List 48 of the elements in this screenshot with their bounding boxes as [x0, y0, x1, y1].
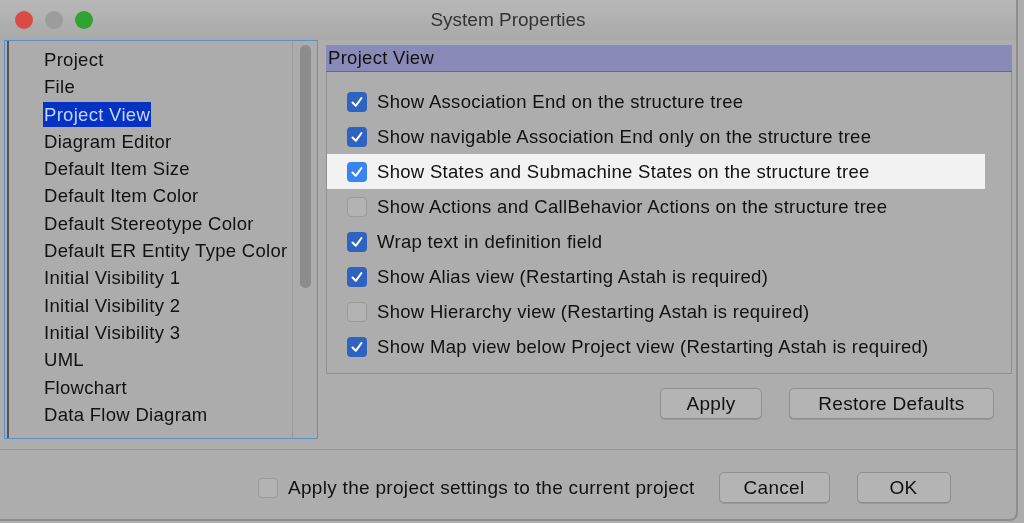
check-icon: [350, 234, 364, 249]
sidebar-item[interactable]: File: [43, 73, 76, 101]
option-label: Show Actions and CallBehavior Actions on the structure tree: [377, 195, 888, 218]
checkbox[interactable]: [347, 91, 367, 112]
checkbox-label: Apply the project settings to the current project: [288, 476, 695, 499]
option-label: Show navigable Association End only on the structure tree: [377, 125, 872, 148]
checkbox[interactable]: [347, 126, 367, 147]
option-label: Show Alias view (Restarting Astah is required): [377, 265, 769, 288]
apply-button[interactable]: Apply: [660, 388, 762, 419]
ok-button[interactable]: OK: [856, 472, 951, 503]
window-title: System Properties: [430, 9, 586, 30]
minimize-button[interactable]: [45, 11, 63, 29]
option-label: Show States and Submachine States on the structure tree: [377, 160, 870, 183]
checkbox[interactable]: [347, 196, 367, 217]
restore-defaults-button[interactable]: Restore Defaults: [789, 388, 994, 419]
sidebar-item[interactable]: UML: [43, 346, 85, 374]
option-label: Show Hierarchy view (Restarting Astah is required): [377, 300, 810, 323]
sidebar-item[interactable]: Initial Visibility 3: [43, 318, 182, 347]
cancel-button[interactable]: Cancel: [718, 472, 830, 503]
checkbox[interactable]: [347, 336, 367, 357]
sidebar-item[interactable]: Default Item Size: [43, 155, 191, 183]
close-button[interactable]: [15, 11, 33, 29]
sidebar-item[interactable]: Data Flow Diagram: [43, 400, 209, 429]
zoom-button[interactable]: [75, 11, 93, 29]
option-label: Show Association End on the structure tree: [377, 90, 744, 113]
sidebar-item[interactable]: Diagram Editor: [43, 127, 173, 156]
sidebar-item[interactable]: Flowchart: [43, 373, 128, 401]
check-icon: [350, 339, 364, 354]
checkbox[interactable]: [258, 477, 278, 498]
sidebar-item[interactable]: Default ER Entity Type Color: [43, 237, 289, 265]
sidebar-item[interactable]: Default Item Color: [43, 182, 200, 210]
checkbox[interactable]: [347, 301, 367, 322]
checkbox[interactable]: [347, 266, 367, 287]
sidebar-item[interactable]: Default Stereotype Color: [43, 209, 255, 238]
scrollbar-thumb[interactable]: [299, 45, 311, 288]
checkbox[interactable]: [347, 161, 367, 182]
option-label: Wrap text in definition field: [377, 230, 603, 253]
checkbox[interactable]: [347, 231, 367, 252]
sidebar-item[interactable]: Project: [43, 46, 105, 74]
sidebar-item[interactable]: Initial Visibility 1: [43, 264, 182, 292]
check-icon: [350, 129, 364, 144]
sidebar-item[interactable]: Initial Visibility 2: [43, 291, 182, 319]
sidebar-item[interactable]: Project View: [43, 101, 152, 127]
check-icon: [350, 269, 364, 284]
check-icon: [350, 164, 364, 179]
panel-title: Project View: [328, 47, 435, 68]
check-icon: [350, 94, 364, 109]
option-label: Show Map view below Project view (Restarting Astah is required): [377, 335, 929, 358]
